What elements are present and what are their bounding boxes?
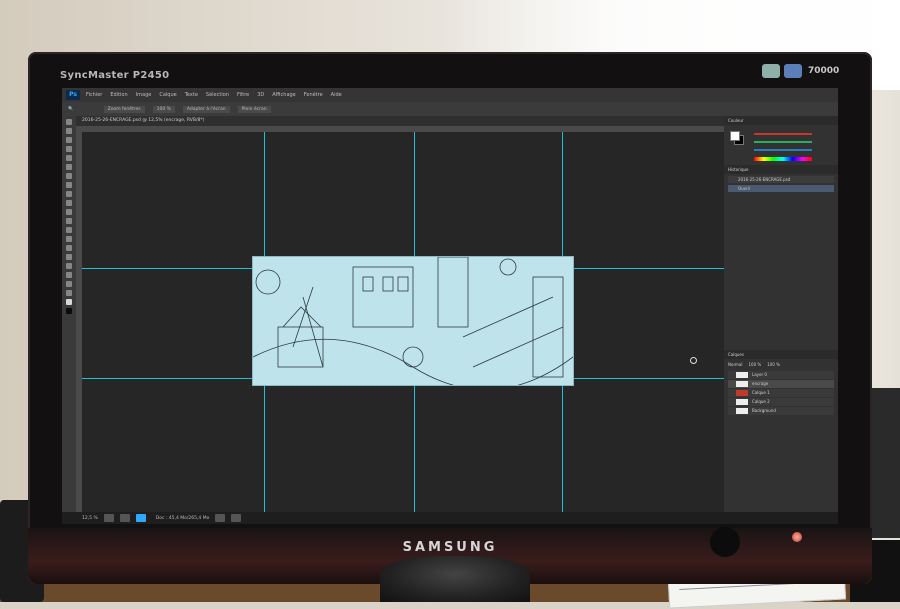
layer-name: encrage [752,381,769,386]
lasso-tool-icon[interactable] [66,137,72,143]
layer-row[interactable]: encrage [728,380,834,388]
foreground-color-icon[interactable] [66,299,72,305]
eraser-tool-icon[interactable] [66,209,72,215]
monitor-logos: 70000 [762,64,839,78]
status-zoom[interactable]: 12,5 % [82,516,98,521]
blue-slider[interactable] [754,149,812,151]
options-bar: 🔍 Zoom fenêtres 100 % Adapter à l'écran … [62,102,838,116]
zoom-cursor-icon [690,357,697,364]
certification-logo-icon [784,64,802,78]
red-slider[interactable] [754,133,812,135]
canvas-area[interactable] [82,132,724,512]
pen-tool-icon[interactable] [66,245,72,251]
city-ink-illustration [252,256,574,391]
screen: Ps Fichier Edition Image Calque Texte Sé… [62,88,838,524]
color-panel [724,125,838,165]
photoshop-logo-icon: Ps [66,90,80,100]
eyedropper-tool-icon[interactable] [66,164,72,170]
type-tool-icon[interactable] [66,254,72,260]
taskbar-icon[interactable] [119,514,130,522]
menu-image[interactable]: Image [136,92,152,98]
layer-thumbnail [736,408,748,414]
background-color-icon[interactable] [66,308,72,314]
history-item[interactable]: Ouvrir [728,185,834,192]
layers-panel-tab[interactable]: Calques [724,350,838,359]
menu-aide[interactable]: Aide [331,92,342,98]
menu-calque[interactable]: Calque [159,92,176,98]
photoshop-taskbar-icon[interactable] [135,514,146,522]
shape-tool-icon[interactable] [66,272,72,278]
layer-row[interactable]: Layer 0 [728,371,834,379]
layer-thumbnail [736,372,748,378]
history-panel: 2016-25-26-ENCRAGE.psd Ouvrir [724,176,838,206]
marquee-tool-icon[interactable] [66,128,72,134]
power-led-icon[interactable] [792,532,802,542]
layer-row[interactable]: Background [728,407,834,415]
menu-filtre[interactable]: Filtre [237,92,249,98]
green-slider[interactable] [754,141,812,143]
history-brush-tool-icon[interactable] [66,200,72,206]
stamp-tool-icon[interactable] [66,191,72,197]
layer-row[interactable]: Calque 2 [728,398,834,406]
monitor-badge-label: 70000 [808,66,840,76]
layer-thumbnail [736,381,748,387]
menu-affichage[interactable]: Affichage [272,92,296,98]
menu-texte[interactable]: Texte [185,92,198,98]
document-tab[interactable]: 2016-25-26-ENCRAGE.psd @ 12,5% (encrage,… [76,116,730,126]
move-tool-icon[interactable] [66,119,72,125]
monitor-control-knob[interactable] [710,527,740,557]
path-selection-tool-icon[interactable] [66,263,72,269]
taskbar-icon[interactable] [215,514,226,522]
taskbar-icon[interactable] [103,514,114,522]
magic-wand-tool-icon[interactable] [66,146,72,152]
status-doc-size: Doc : 45,4 Mo/265,4 Mo [155,515,210,521]
menu-3d[interactable]: 3D [257,92,264,98]
foreground-swatch[interactable] [730,131,740,141]
right-panels: Couleur Historique 2016-25-26-ENCRAGE.ps… [724,116,838,512]
zoom-tool-icon[interactable] [66,290,72,296]
history-panel-tab[interactable]: Historique [724,165,838,174]
layer-name: Layer 0 [752,372,767,377]
dodge-tool-icon[interactable] [66,236,72,242]
tools-panel [62,116,76,512]
layers-panel: Calques Normal 100 % 100 % Layer 0 encra… [724,350,838,512]
zoom-tool-icon[interactable]: 🔍 [68,107,74,112]
fit-screen-button[interactable]: Adapter à l'écran [182,105,230,113]
layer-row[interactable]: Calque 1 [728,389,834,397]
brush-tool-icon[interactable] [66,182,72,188]
zoom-windows-checkbox[interactable]: Zoom fenêtres [103,105,145,113]
layer-name: Calque 2 [752,399,770,404]
gradient-tool-icon[interactable] [66,218,72,224]
menu-edition[interactable]: Edition [110,92,127,98]
healing-tool-icon[interactable] [66,173,72,179]
blur-tool-icon[interactable] [66,227,72,233]
energy-logo-icon [762,64,780,78]
fill-field[interactable]: 100 % [767,362,780,367]
hand-tool-icon[interactable] [66,281,72,287]
layer-thumbnail [736,399,748,405]
crop-tool-icon[interactable] [66,155,72,161]
opacity-field[interactable]: 100 % [748,362,761,367]
fill-screen-button[interactable]: Plein écran [237,105,271,113]
layer-name: Background [752,408,776,413]
layer-name: Calque 1 [752,390,770,395]
menu-bar: Ps Fichier Edition Image Calque Texte Sé… [62,88,838,102]
taskbar-icon[interactable] [231,514,242,522]
status-bar: 12,5 % Doc : 45,4 Mo/265,4 Mo [62,512,838,524]
color-panel-tab[interactable]: Couleur [724,116,838,125]
menu-fichier[interactable]: Fichier [86,92,102,98]
monitor-brand-label: SAMSUNG [402,540,498,555]
monitor-model-label: SyncMaster P2450 [60,70,170,81]
percent-button[interactable]: 100 % [152,105,175,113]
layer-thumbnail [736,390,748,396]
history-item[interactable]: 2016-25-26-ENCRAGE.psd [728,176,834,183]
monitor-stand [380,556,530,602]
blend-mode-select[interactable]: Normal [728,362,742,367]
color-spectrum[interactable] [754,157,812,161]
menu-fenetre[interactable]: Fenêtre [304,92,323,98]
menu-selection[interactable]: Sélection [206,92,229,98]
